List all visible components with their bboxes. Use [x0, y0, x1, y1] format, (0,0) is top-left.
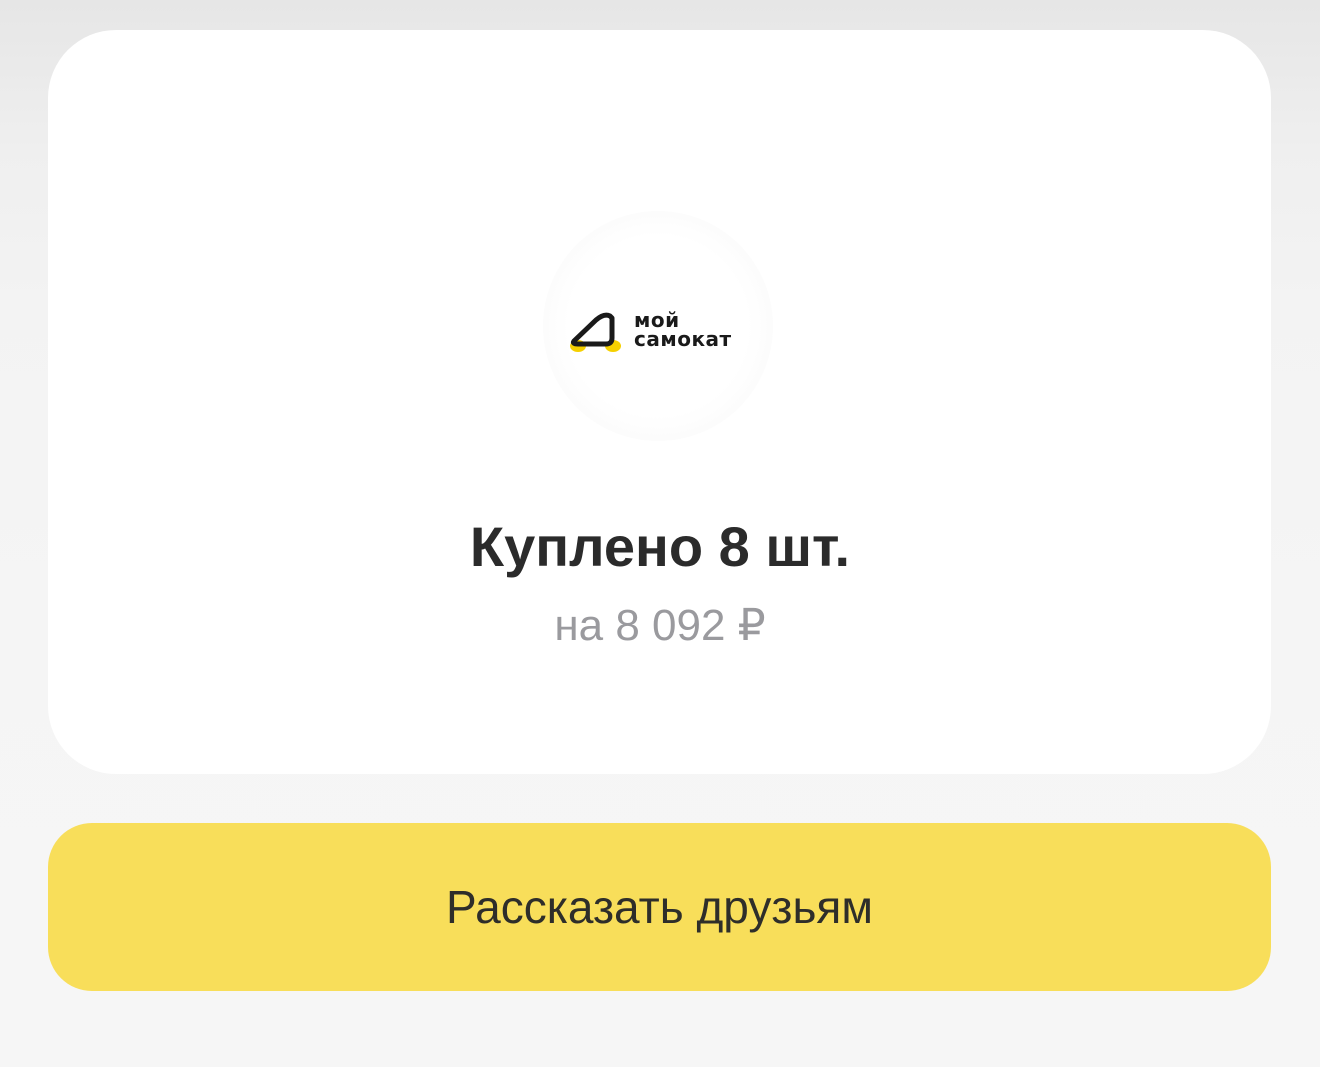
samokat-logo-icon [570, 312, 621, 352]
purchase-amount: на 8 092 ₽ [554, 601, 766, 650]
brand-logo: мой самокат [566, 308, 756, 358]
brand-logo-line2: самокат [634, 327, 732, 351]
purchase-count-title: Куплено 8 шт. [469, 515, 851, 578]
share-with-friends-button[interactable]: Рассказать друзьям [48, 823, 1271, 991]
share-button-label: Рассказать друзьям [446, 881, 873, 933]
brand-logo-text: мой самокат [634, 310, 732, 351]
